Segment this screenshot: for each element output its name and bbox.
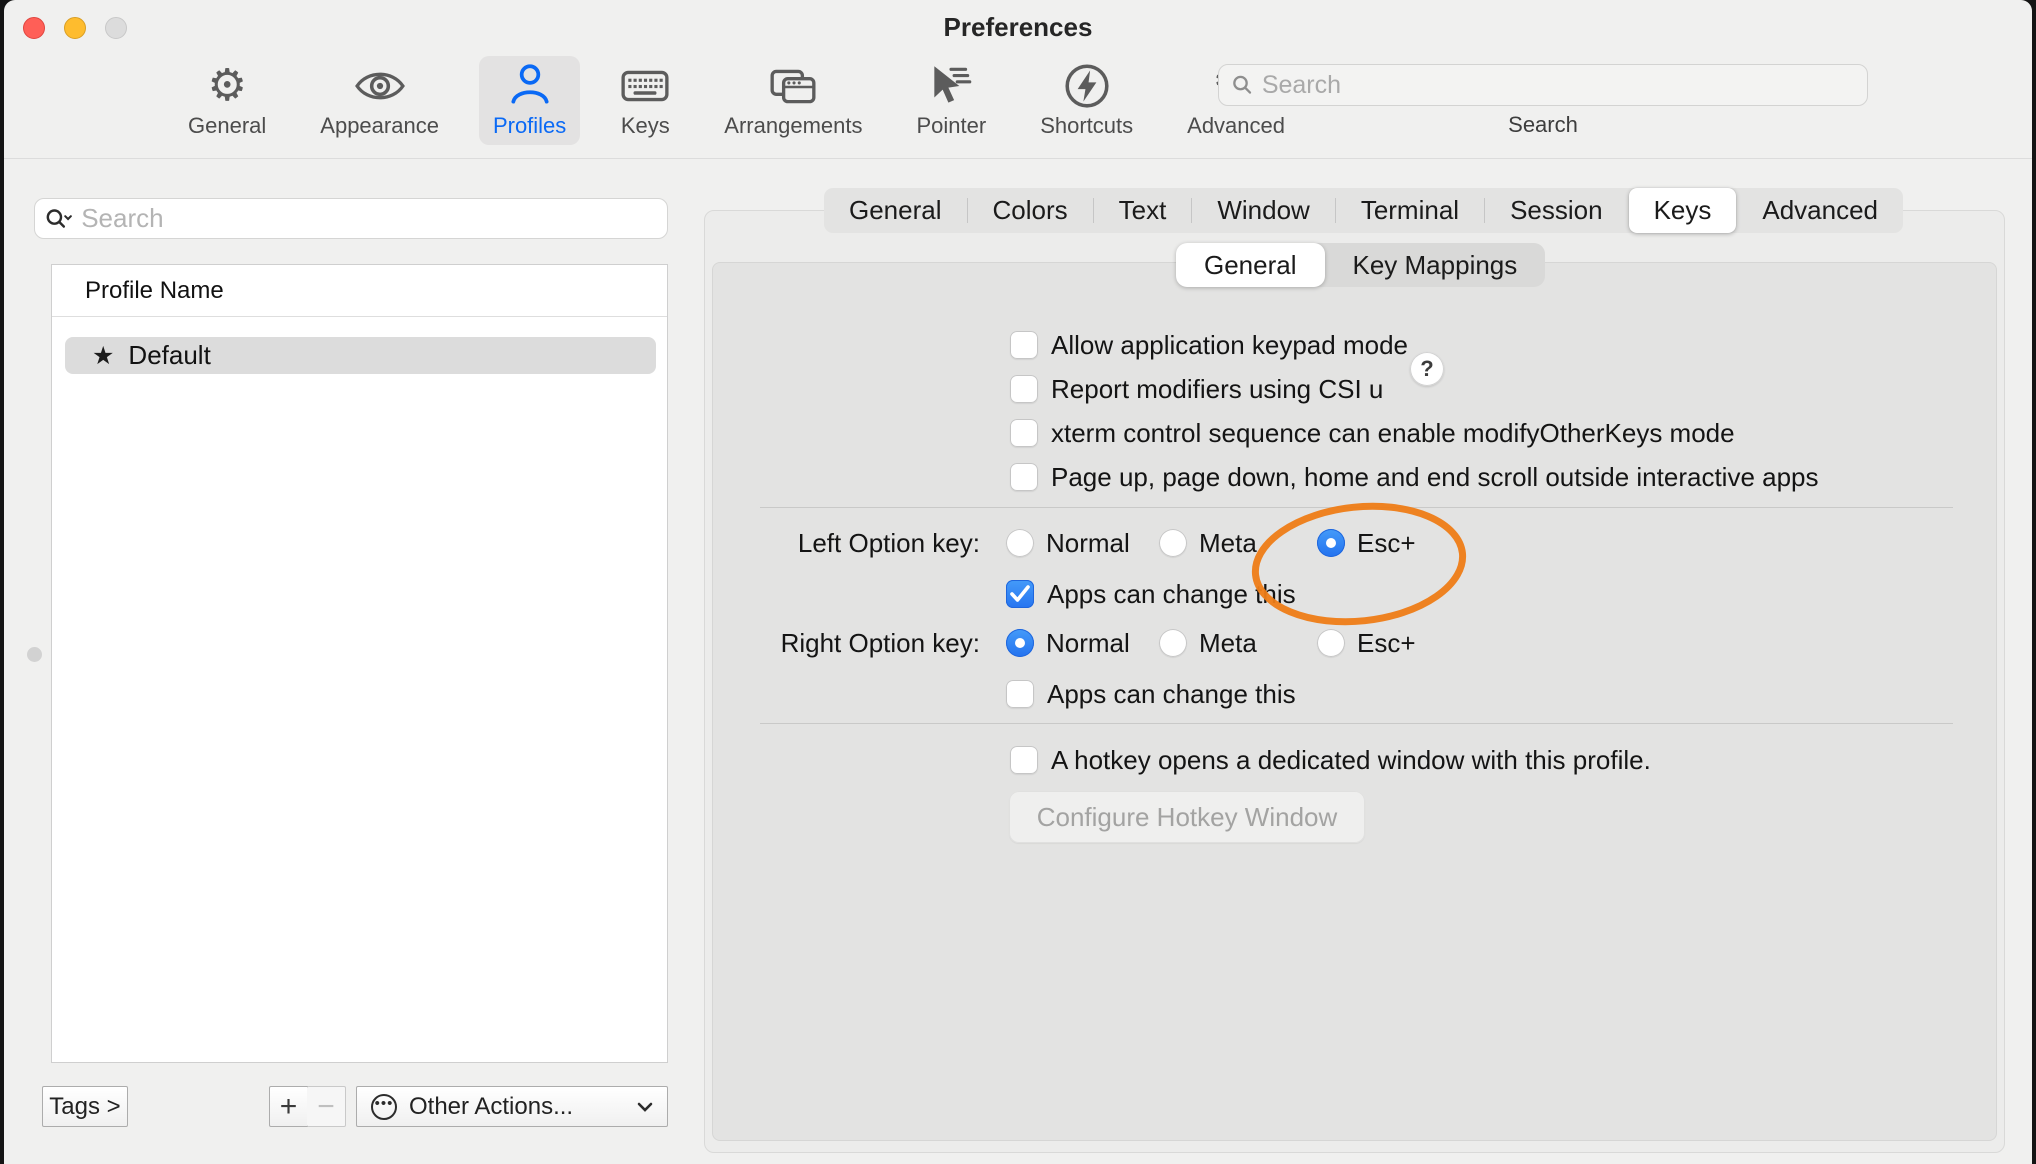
left-option-meta[interactable]: Meta xyxy=(1159,527,1257,559)
checkbox-row: Allow application keypad mode xyxy=(1010,329,1408,361)
star-icon: ★ xyxy=(92,341,114,370)
remove-profile-button: − xyxy=(307,1086,346,1127)
radio-esc[interactable] xyxy=(1317,629,1345,657)
checkbox-row: Report modifiers using CSI u xyxy=(1010,373,1383,405)
radio-esc[interactable] xyxy=(1317,529,1345,557)
search-menu-icon xyxy=(45,207,73,231)
keypad-mode-checkbox[interactable] xyxy=(1010,331,1038,359)
window-title: Preferences xyxy=(4,12,2032,43)
right-apps-can-change-checkbox[interactable] xyxy=(1006,680,1034,708)
other-actions-dropdown[interactable]: ••• Other Actions... xyxy=(356,1086,668,1127)
checkbox-label: xterm control sequence can enable modify… xyxy=(1051,418,1735,449)
checkbox-row: Page up, page down, home and end scroll … xyxy=(1010,461,1819,493)
toolbar-item-pointer[interactable]: Pointer xyxy=(902,56,1000,145)
eye-icon xyxy=(355,61,405,111)
checkbox-label: Report modifiers using CSI u xyxy=(1051,374,1383,405)
other-actions-label: Other Actions... xyxy=(409,1093,573,1121)
tab-general[interactable]: General xyxy=(824,188,967,233)
toolbar: ⚙ General Appearance Profiles xyxy=(174,56,1299,158)
radio-normal[interactable] xyxy=(1006,529,1034,557)
profile-tabbar: General Colors Text Window Terminal Sess… xyxy=(824,188,1903,233)
radio-meta[interactable] xyxy=(1159,629,1187,657)
tab-session[interactable]: Session xyxy=(1485,188,1628,233)
hotkey-window-checkbox[interactable] xyxy=(1010,746,1038,774)
toolbar-item-keys[interactable]: Keys xyxy=(606,56,684,145)
checkbox-label: A hotkey opens a dedicated window with t… xyxy=(1051,745,1651,776)
profile-row-default[interactable]: ★ Default xyxy=(65,337,656,374)
tab-text[interactable]: Text xyxy=(1094,188,1192,233)
toolbar-item-general[interactable]: ⚙ General xyxy=(174,56,280,145)
right-option-meta[interactable]: Meta xyxy=(1159,627,1257,659)
toolbar-search-label: Search xyxy=(1218,112,1868,138)
scroll-outside-apps-checkbox[interactable] xyxy=(1010,463,1038,491)
modify-other-keys-checkbox[interactable] xyxy=(1010,419,1038,447)
toolbar-search-field xyxy=(1218,64,1868,106)
lightning-icon xyxy=(1062,61,1112,111)
splitter-handle[interactable] xyxy=(27,647,42,662)
checkbox-row: Apps can change this xyxy=(1006,578,1296,610)
left-option-esc[interactable]: Esc+ xyxy=(1317,527,1416,559)
windows-icon xyxy=(768,61,818,111)
radio-normal[interactable] xyxy=(1006,629,1034,657)
subtab-general[interactable]: General xyxy=(1176,243,1325,287)
keyboard-icon xyxy=(620,61,670,111)
tab-advanced[interactable]: Advanced xyxy=(1737,188,1903,233)
tab-keys[interactable]: Keys xyxy=(1629,188,1737,233)
search-icon xyxy=(1231,73,1254,97)
toolbar-item-arrangements[interactable]: Arrangements xyxy=(710,56,876,145)
left-apps-can-change-checkbox[interactable] xyxy=(1006,580,1034,608)
checkbox-row: Apps can change this xyxy=(1006,678,1296,710)
section-divider xyxy=(760,507,1953,508)
help-button[interactable]: ? xyxy=(1410,352,1444,386)
checkbox-label: Apps can change this xyxy=(1047,679,1296,710)
toolbar-item-appearance[interactable]: Appearance xyxy=(306,56,453,145)
toolbar-divider xyxy=(4,158,2032,159)
right-option-key-label: Right Option key: xyxy=(713,628,980,659)
section-divider xyxy=(760,723,1953,724)
ellipsis-circle-icon: ••• xyxy=(371,1094,397,1120)
configure-hotkey-window-button: Configure Hotkey Window xyxy=(1009,791,1365,843)
add-profile-button[interactable]: + xyxy=(269,1086,308,1127)
cursor-icon xyxy=(926,61,976,111)
chevron-down-icon xyxy=(637,1102,653,1112)
profile-search-input[interactable] xyxy=(81,203,657,234)
left-option-normal[interactable]: Normal xyxy=(1006,527,1130,559)
checkbox-label: Apps can change this xyxy=(1047,579,1296,610)
radio-meta[interactable] xyxy=(1159,529,1187,557)
left-option-key-label: Left Option key: xyxy=(713,528,980,559)
checkbox-label: Page up, page down, home and end scroll … xyxy=(1051,462,1819,493)
profile-search-field xyxy=(34,198,668,239)
tab-window[interactable]: Window xyxy=(1192,188,1334,233)
preferences-window: Preferences ⚙ General Appearance xyxy=(4,0,2032,1164)
checkbox-row: A hotkey opens a dedicated window with t… xyxy=(1010,744,1651,776)
right-option-esc[interactable]: Esc+ xyxy=(1317,627,1416,659)
checkbox-row: xterm control sequence can enable modify… xyxy=(1010,417,1735,449)
keys-general-pane: Allow application keypad mode Report mod… xyxy=(712,262,1997,1141)
gear-icon: ⚙ xyxy=(202,61,252,111)
person-icon xyxy=(505,61,555,111)
tab-colors[interactable]: Colors xyxy=(968,188,1093,233)
toolbar-item-profiles[interactable]: Profiles xyxy=(479,56,580,145)
csi-u-checkbox[interactable] xyxy=(1010,375,1038,403)
profile-name: Default xyxy=(128,340,210,371)
tab-terminal[interactable]: Terminal xyxy=(1336,188,1484,233)
tags-button[interactable]: Tags > xyxy=(42,1086,128,1127)
toolbar-search-input[interactable] xyxy=(1262,71,1855,100)
subtab-key-mappings[interactable]: Key Mappings xyxy=(1325,243,1546,287)
checkbox-label: Allow application keypad mode xyxy=(1051,330,1408,361)
right-option-normal[interactable]: Normal xyxy=(1006,627,1130,659)
keys-subtabbar: General Key Mappings xyxy=(1176,243,1545,287)
toolbar-item-shortcuts[interactable]: Shortcuts xyxy=(1026,56,1147,145)
titlebar: Preferences xyxy=(4,0,2032,56)
profile-list-header: Profile Name xyxy=(52,265,667,317)
profile-list: Profile Name ★ Default xyxy=(51,264,668,1063)
